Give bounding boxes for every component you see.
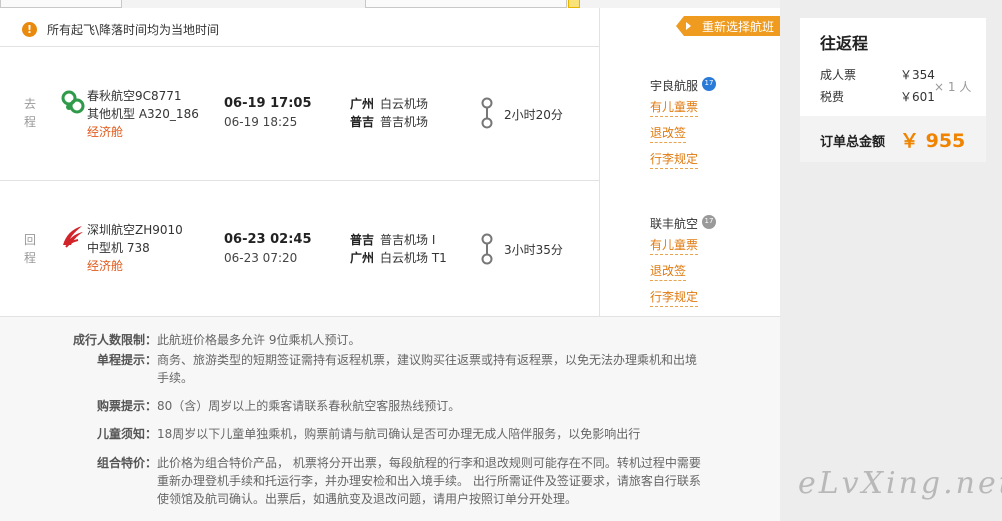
rebook-button[interactable]: 重新选择航班 [676,16,784,36]
total-label: 订单总金额 [820,135,886,150]
total-amount: ￥ 955 [900,130,966,152]
note-row: 成行人数限制： 此航班价格最多允许 9位乘机人预订。 [0,331,707,349]
return-side-info: 联丰航空 17 有儿童票 退改签 行李规定 [650,212,717,315]
note-value: 18周岁以下儿童单独乘机，购票前请与航司确认是否可办理无成人陪伴服务，以免影响出… [157,427,641,441]
price-summary: 往返程 成人票 ￥354 × 1 人 税费 ￥601 订单总金额 ￥ 955 [800,18,986,162]
arrival-time: 06-19 18:25 [224,115,298,129]
note-value: 此航班价格最多允许 9位乘机人预订。 [157,333,361,347]
segment-return: 回程 深圳航空ZH9010 中型机 738 经济舱 06-23 02:45 06… [0,181,599,311]
aircraft-type: 中型机 738 [87,241,150,255]
note-key: 单程提示： [96,353,157,367]
rebook-button-label: 重新选择航班 [701,19,774,34]
spring-airlines-logo-icon [61,90,85,114]
departure-time: 06-23 02:45 [224,232,312,247]
child-ticket-link[interactable]: 有儿童票 [650,99,699,117]
from-airport: 白云机场 [380,97,429,111]
airline-info: 深圳航空ZH9010 中型机 738 经济舱 [87,221,183,275]
duration: 2小时20分 [504,108,563,122]
note-key: 购票提示： [96,399,157,413]
adult-fare-value: ￥354 [900,68,935,82]
trip-type-title: 往返程 [820,34,869,53]
airports: 广州 白云机场 普吉 普吉机场 [350,95,428,131]
to-city: 广州 [350,251,375,265]
aircraft-type: 其他机型 A320_186 [87,107,199,121]
tab-edge-1[interactable] [0,0,122,8]
segment-outbound: 去程 春秋航空9C8771 其他机型 A320_186 经济舱 06-19 17… [0,47,599,177]
from-city: 广州 [350,97,375,111]
baggage-rules-link[interactable]: 行李规定 [650,289,699,307]
shenzhen-airlines-logo-icon [63,226,83,248]
to-airport: 白云机场 T1 [380,251,447,265]
tab-edge-2[interactable] [365,0,567,8]
note-row: 单程提示： 商务、旅游类型的短期签证需持有返程机票，建议购买往返票或持有返程票，以… [0,351,707,387]
note-key: 成行人数限制： [72,333,157,347]
from-airport: 普吉机场 I [380,233,436,247]
passenger-multiplier: × 1 人 [934,80,972,94]
tab-edge-3[interactable] [568,0,580,8]
info-badge-icon[interactable]: 17 [702,214,717,229]
to-airport: 普吉机场 [380,115,429,129]
departure-time: 06-19 17:05 [224,96,312,111]
watermark: eLvXing.net [798,466,1002,501]
time-notice: ! 所有起飞\降落时间均为当地时间 [22,20,219,38]
refund-change-link[interactable]: 退改签 [650,263,687,281]
segment-label: 回程 [24,233,37,265]
outbound-side-info: 宇良航服 17 有儿童票 退改签 行李规定 [650,74,717,177]
info-badge-icon[interactable]: 17 [702,76,717,91]
to-city: 普吉 [350,115,375,129]
airports: 普吉 普吉机场 I 广州 白云机场 T1 [350,231,447,267]
note-key: 组合特价： [96,456,157,470]
booking-notes: 成行人数限制： 此航班价格最多允许 9位乘机人预订。 单程提示： 商务、旅游类型的短… [0,317,780,521]
note-row: 组合特价： 此价格为组合特价产品， 机票将分开出票，每段航程的行李和退改规则可能存… [0,454,707,508]
refund-change-link[interactable]: 退改签 [650,125,687,143]
operator-name: 联丰航空 [650,217,699,231]
tax-value: ￥601 [900,90,935,104]
arrival-time: 06-23 07:20 [224,251,298,265]
airline-info: 春秋航空9C8771 其他机型 A320_186 经济舱 [87,87,199,141]
duration: 3小时35分 [504,243,563,257]
child-ticket-link[interactable]: 有儿童票 [650,237,699,255]
operator-name: 宇良航服 [650,79,699,93]
flight-times: 06-23 02:45 06-23 07:20 [224,231,311,267]
warning-icon: ! [22,21,37,37]
note-value: 商务、旅游类型的短期签证需持有返程机票，建议购买往返票或持有返程票，以免无法办理… [157,353,698,385]
tax-label: 税费 [820,90,845,104]
note-row: 购票提示： 80（含）周岁以上的乘客请联系春秋航空客服热线预订。 [0,397,707,415]
flight-times: 06-19 17:05 06-19 18:25 [224,95,311,131]
arrow-right-icon [686,22,691,30]
airline-flight: 深圳航空ZH9010 [87,223,183,237]
adult-fare-label: 成人票 [820,68,857,82]
notice-text: 所有起飞\降落时间均为当地时间 [47,22,220,37]
note-value: 此价格为组合特价产品， 机票将分开出票，每段航程的行李和退改规则可能存在不同。转… [157,456,701,506]
route-icon [481,233,493,265]
cabin-class: 经济舱 [87,259,124,273]
note-value: 80（含）周岁以上的乘客请联系春秋航空客服热线预订。 [157,399,461,413]
note-row: 儿童须知： 18周岁以下儿童单独乘机，购票前请与航司确认是否可办理无成人陪伴服务，… [0,425,707,443]
route-icon [481,97,493,129]
segment-label: 去程 [24,97,37,129]
airline-flight: 春秋航空9C8771 [87,89,182,103]
baggage-rules-link[interactable]: 行李规定 [650,151,699,169]
column-divider [599,8,600,316]
flight-detail-panel: ! 所有起飞\降落时间均为当地时间 重新选择航班 去程 春秋航空9C8771 其… [0,8,784,521]
note-key: 儿童须知： [96,427,157,441]
from-city: 普吉 [350,233,375,247]
order-total: 订单总金额 ￥ 955 [800,116,986,162]
cabin-class: 经济舱 [87,125,124,139]
